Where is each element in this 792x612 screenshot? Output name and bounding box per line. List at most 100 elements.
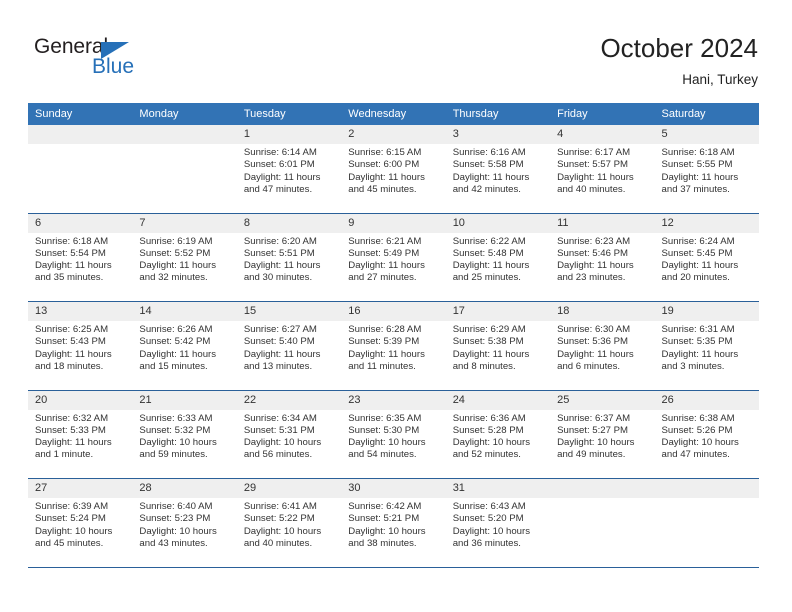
day-sun-info: Sunrise: 6:33 AM Sunset: 5:32 PM Daylight:… bbox=[132, 410, 236, 462]
calendar-day-cell-empty bbox=[132, 125, 237, 213]
calendar-day-cell[interactable]: 19 Sunrise: 6:31 AM Sunset: 5:35 PM Dayligh… bbox=[654, 302, 759, 390]
day-sun-info: Sunrise: 6:38 AM Sunset: 5:26 PM Daylight:… bbox=[655, 410, 759, 462]
day-sun-info: Sunrise: 6:18 AM Sunset: 5:55 PM Daylight:… bbox=[655, 144, 759, 196]
calendar-day-cell-empty bbox=[550, 479, 655, 567]
page-header: General Blue October 2024 Hani, Turkey bbox=[0, 0, 792, 103]
weekday-header-tuesday: Tuesday bbox=[243, 108, 286, 120]
daylight-text: Daylight: 11 hours and 30 minutes. bbox=[243, 260, 321, 284]
day-number: 20 bbox=[28, 390, 133, 410]
weekday-header-sunday: Sunday bbox=[35, 108, 73, 120]
calendar-day-cell[interactable]: 15 Sunrise: 6:27 AM Sunset: 5:40 PM Dayligh… bbox=[236, 302, 342, 390]
day-number bbox=[654, 479, 759, 498]
day-number: 18 bbox=[550, 302, 655, 321]
calendar-day-cell[interactable]: 4 Sunrise: 6:17 AM Sunset: 5:57 PM Daylight… bbox=[550, 125, 655, 213]
calendar-day-cell[interactable]: 25 Sunrise: 6:37 AM Sunset: 5:27 PM Dayligh… bbox=[550, 390, 655, 478]
calendar-day-cell[interactable]: 8 Sunrise: 6:20 AM Sunset: 5:51 PM Daylight… bbox=[236, 213, 342, 301]
calendar-day-cell[interactable]: 14 Sunrise: 6:26 AM Sunset: 5:42 PM Dayligh… bbox=[132, 302, 237, 390]
general-blue-logo[interactable]: General Blue bbox=[34, 36, 194, 86]
daylight-text: Daylight: 11 hours and 18 minutes. bbox=[35, 348, 112, 372]
sunset-text: Sunset: 5:28 PM bbox=[452, 424, 524, 436]
calendar-day-cell[interactable]: 9 Sunrise: 6:21 AM Sunset: 5:49 PM Daylight… bbox=[341, 213, 446, 301]
calendar-day-cell[interactable]: 31 Sunrise: 6:43 AM Sunset: 5:20 PM Dayligh… bbox=[445, 479, 551, 567]
sunrise-text: Sunrise: 6:32 AM bbox=[35, 412, 109, 424]
calendar-day-cell[interactable]: 11 Sunrise: 6:23 AM Sunset: 5:46 PM Dayligh… bbox=[550, 213, 655, 301]
sunrise-text: Sunrise: 6:34 AM bbox=[243, 412, 317, 424]
daylight-text: Daylight: 11 hours and 32 minutes. bbox=[139, 260, 217, 284]
day-sun-info: Sunrise: 6:14 AM Sunset: 6:01 PM Daylight:… bbox=[237, 144, 341, 196]
day-sun-info: Sunrise: 6:27 AM Sunset: 5:40 PM Daylight:… bbox=[237, 321, 341, 373]
sunset-text: Sunset: 5:38 PM bbox=[452, 336, 524, 348]
calendar-day-cell[interactable]: 16 Sunrise: 6:28 AM Sunset: 5:39 PM Dayligh… bbox=[341, 302, 446, 390]
day-number: 27 bbox=[28, 479, 133, 498]
calendar-day-cell[interactable]: 30 Sunrise: 6:42 AM Sunset: 5:21 PM Dayligh… bbox=[341, 479, 446, 567]
day-number: 14 bbox=[132, 302, 237, 321]
day-sun-info: Sunrise: 6:43 AM Sunset: 5:20 PM Daylight:… bbox=[446, 498, 550, 550]
daylight-text: Daylight: 10 hours and 56 minutes. bbox=[243, 437, 322, 461]
day-sun-info: Sunrise: 6:18 AM Sunset: 5:54 PM Daylight:… bbox=[28, 233, 132, 285]
sunset-text: Sunset: 5:42 PM bbox=[139, 336, 211, 348]
sunrise-text: Sunrise: 6:14 AM bbox=[243, 147, 317, 158]
calendar-day-cell[interactable]: 28 Sunrise: 6:40 AM Sunset: 5:23 PM Dayligh… bbox=[132, 479, 237, 567]
title-block: October 2024 Hani, Turkey bbox=[600, 32, 758, 90]
sunrise-text: Sunrise: 6:26 AM bbox=[139, 324, 213, 335]
calendar-day-cell[interactable]: 21 Sunrise: 6:33 AM Sunset: 5:32 PM Dayligh… bbox=[132, 390, 237, 478]
calendar-day-cell[interactable]: 13 Sunrise: 6:25 AM Sunset: 5:43 PM Dayligh… bbox=[28, 302, 133, 390]
daylight-text: Daylight: 10 hours and 43 minutes. bbox=[139, 525, 217, 549]
day-number: 22 bbox=[236, 390, 342, 410]
calendar-day-cell[interactable]: 26 Sunrise: 6:38 AM Sunset: 5:26 PM Dayligh… bbox=[654, 390, 759, 478]
sunset-text: Sunset: 5:24 PM bbox=[35, 513, 106, 525]
day-sun-info: Sunrise: 6:37 AM Sunset: 5:27 PM Daylight:… bbox=[550, 410, 654, 462]
day-number: 3 bbox=[445, 125, 551, 144]
calendar-day-cell[interactable]: 29 Sunrise: 6:41 AM Sunset: 5:22 PM Dayligh… bbox=[236, 479, 342, 567]
sunset-text: Sunset: 5:54 PM bbox=[35, 247, 106, 259]
sunrise-text: Sunrise: 6:36 AM bbox=[452, 412, 526, 424]
calendar-day-cell[interactable]: 27 Sunrise: 6:39 AM Sunset: 5:24 PM Dayligh… bbox=[28, 479, 133, 567]
sunset-text: Sunset: 5:31 PM bbox=[243, 424, 315, 436]
sunset-text: Sunset: 6:00 PM bbox=[348, 159, 420, 171]
day-sun-info: Sunrise: 6:32 AM Sunset: 5:33 PM Daylight:… bbox=[28, 410, 132, 462]
day-sun-info: Sunrise: 6:34 AM Sunset: 5:31 PM Daylight:… bbox=[237, 410, 341, 462]
daylight-text: Daylight: 11 hours and 25 minutes. bbox=[452, 260, 530, 284]
logo-text-blue: Blue bbox=[92, 55, 135, 78]
calendar-day-cell[interactable]: 1 Sunrise: 6:14 AM Sunset: 6:01 PM Daylight… bbox=[236, 125, 342, 213]
calendar-week-row: 6 Sunrise: 6:18 AM Sunset: 5:54 PM Daylight… bbox=[28, 212, 759, 301]
daylight-text: Daylight: 11 hours and 6 minutes. bbox=[557, 348, 634, 372]
sunrise-text: Sunrise: 6:22 AM bbox=[452, 235, 526, 247]
calendar-day-cell[interactable]: 10 Sunrise: 6:22 AM Sunset: 5:48 PM Dayligh… bbox=[445, 213, 551, 301]
day-sun-info: Sunrise: 6:40 AM Sunset: 5:23 PM Daylight:… bbox=[132, 498, 236, 550]
daylight-text: Daylight: 11 hours and 3 minutes. bbox=[661, 348, 739, 372]
sunrise-text: Sunrise: 6:30 AM bbox=[557, 324, 631, 335]
daylight-text: Daylight: 11 hours and 11 minutes. bbox=[348, 348, 425, 372]
sunset-text: Sunset: 5:55 PM bbox=[661, 159, 733, 171]
calendar-week-row: 27 Sunrise: 6:39 AM Sunset: 5:24 PM Dayligh… bbox=[28, 478, 759, 567]
day-number: 24 bbox=[445, 390, 551, 410]
day-number: 13 bbox=[28, 302, 133, 321]
calendar-day-cell[interactable]: 2 Sunrise: 6:15 AM Sunset: 6:00 PM Daylight… bbox=[341, 125, 446, 213]
calendar-day-cell[interactable]: 24 Sunrise: 6:36 AM Sunset: 5:28 PM Dayligh… bbox=[445, 390, 551, 478]
calendar-day-cell[interactable]: 6 Sunrise: 6:18 AM Sunset: 5:54 PM Daylight… bbox=[28, 213, 133, 301]
daylight-text: Daylight: 11 hours and 40 minutes. bbox=[557, 171, 634, 195]
calendar-day-cell[interactable]: 23 Sunrise: 6:35 AM Sunset: 5:30 PM Dayligh… bbox=[341, 390, 446, 478]
day-number: 5 bbox=[654, 125, 759, 144]
daylight-text: Daylight: 10 hours and 45 minutes. bbox=[35, 525, 113, 549]
calendar-day-cell[interactable]: 12 Sunrise: 6:24 AM Sunset: 5:45 PM Dayligh… bbox=[654, 213, 759, 301]
sunrise-text: Sunrise: 6:37 AM bbox=[557, 412, 631, 424]
day-sun-info: Sunrise: 6:24 AM Sunset: 5:45 PM Daylight:… bbox=[655, 233, 759, 285]
day-number: 9 bbox=[341, 213, 446, 233]
calendar-day-cell[interactable]: 20 Sunrise: 6:32 AM Sunset: 5:33 PM Dayligh… bbox=[28, 390, 133, 478]
calendar-day-cell[interactable]: 3 Sunrise: 6:16 AM Sunset: 5:58 PM Daylight… bbox=[445, 125, 551, 213]
sunrise-text: Sunrise: 6:21 AM bbox=[348, 235, 422, 247]
calendar-day-cell[interactable]: 5 Sunrise: 6:18 AM Sunset: 5:55 PM Daylight… bbox=[654, 125, 759, 213]
sunrise-text: Sunrise: 6:39 AM bbox=[35, 501, 109, 512]
calendar-day-cell[interactable]: 17 Sunrise: 6:29 AM Sunset: 5:38 PM Dayligh… bbox=[445, 302, 551, 390]
calendar-day-cell[interactable]: 18 Sunrise: 6:30 AM Sunset: 5:36 PM Dayligh… bbox=[550, 302, 655, 390]
calendar-day-cell[interactable]: 22 Sunrise: 6:34 AM Sunset: 5:31 PM Dayligh… bbox=[236, 390, 342, 478]
day-number: 28 bbox=[132, 479, 237, 498]
day-number: 1 bbox=[236, 125, 342, 144]
sunset-text: Sunset: 5:21 PM bbox=[348, 513, 420, 525]
daylight-text: Daylight: 11 hours and 20 minutes. bbox=[661, 260, 739, 284]
daylight-text: Daylight: 11 hours and 13 minutes. bbox=[243, 348, 321, 372]
sunset-text: Sunset: 5:27 PM bbox=[557, 424, 629, 436]
calendar-day-cell[interactable]: 7 Sunrise: 6:19 AM Sunset: 5:52 PM Daylight… bbox=[132, 213, 237, 301]
sunrise-text: Sunrise: 6:28 AM bbox=[348, 324, 422, 335]
